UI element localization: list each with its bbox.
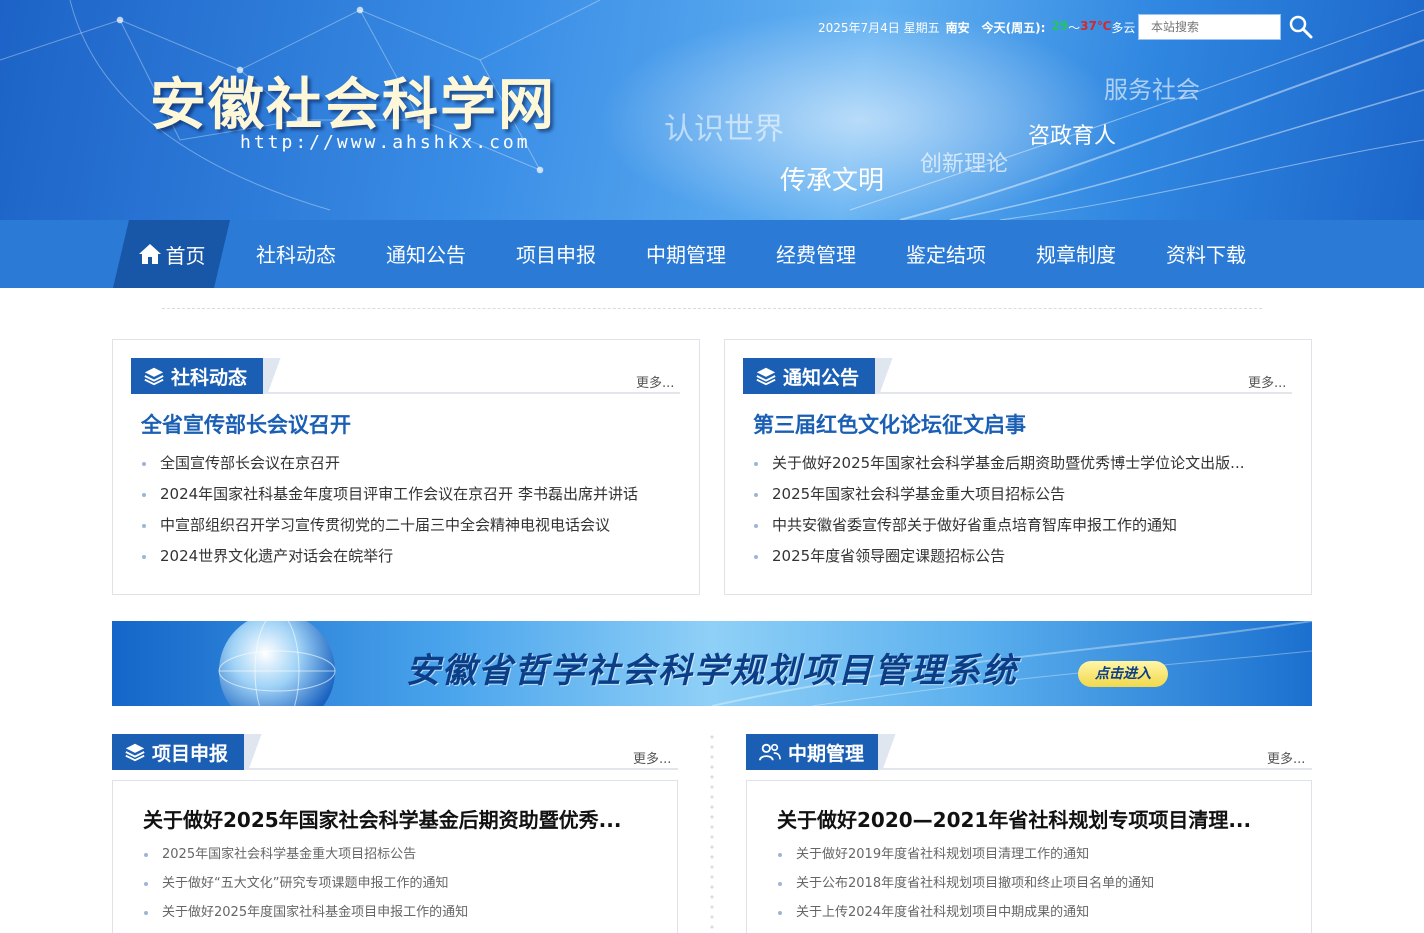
list-item[interactable]: 关于上传2024年度省社科规划项目中期成果的通知 — [770, 898, 1154, 927]
list-item[interactable]: 关于做好2019年度省社科规划项目清理工作的通知 — [770, 840, 1154, 869]
site-logo-title[interactable]: 安徽社会科学网 — [150, 60, 556, 141]
site-search-input[interactable] — [1138, 14, 1281, 40]
nav-home[interactable]: 首页 — [113, 220, 230, 288]
weather-today-label: 今天(周五): — [981, 21, 1046, 35]
notice-tab[interactable]: 通知公告 — [743, 358, 875, 394]
news-tab[interactable]: 社科动态 — [131, 358, 263, 394]
nav-item-apply[interactable]: 项目申报 — [516, 220, 596, 288]
apply-tab-tail — [244, 734, 266, 770]
column-divider — [710, 732, 714, 933]
temp-high: 37℃ — [1080, 19, 1112, 33]
slogan-3: 创新理论 — [920, 152, 1009, 177]
search-button[interactable] — [1288, 14, 1314, 40]
banner-title: 安徽省哲学社会科学规划项目管理系统 — [406, 651, 1018, 691]
news-more-link[interactable]: 更多... — [636, 372, 674, 391]
news-list: 全国宣传部长会议在京召开 2024年国家社科基金年度项目评审工作会议在京召开 李… — [140, 448, 638, 572]
nav-item-notice[interactable]: 通知公告 — [386, 220, 466, 288]
layers-icon — [125, 743, 145, 762]
list-item[interactable]: 2025年度省领导圈定课题招标公告 — [752, 541, 1244, 572]
news-headline[interactable]: 全省宣传部长会议召开 — [141, 409, 351, 439]
nav-item-rules[interactable]: 规章制度 — [1036, 220, 1116, 288]
temp-low: 29 — [1051, 19, 1069, 33]
weather-condition: 多云 — [1111, 21, 1136, 35]
slogan-1: 认识世界 — [664, 112, 784, 147]
temp-separator: ～ — [1068, 21, 1081, 35]
nav-home-label: 首页 — [165, 243, 206, 268]
news-tab-label: 社科动态 — [171, 366, 248, 389]
list-item[interactable]: 关于做好“五大文化”研究专项课题申报工作的通知 — [136, 869, 468, 898]
main-nav: 首页 社科动态 通知公告 项目申报 中期管理 经费管理 鉴定结项 规章制度 资料… — [0, 220, 1424, 288]
site-header: 安徽社会科学网 http://www.ahshkx.com 认识世界 传承文明 … — [0, 0, 1424, 220]
apply-more-link[interactable]: 更多... — [633, 748, 671, 767]
apply-tab[interactable]: 项目申报 — [112, 734, 244, 770]
midterm-more-link[interactable]: 更多... — [1267, 748, 1305, 767]
nav-item-news[interactable]: 社科动态 — [256, 220, 336, 288]
list-item[interactable]: 2024世界文化遗产对话会在皖举行 — [140, 541, 638, 572]
notice-more-link[interactable]: 更多... — [1248, 372, 1286, 391]
nav-item-midterm[interactable]: 中期管理 — [646, 220, 726, 288]
list-item[interactable]: 2025年国家社会科学基金重大项目招标公告 — [136, 840, 468, 869]
weather-bar: 2025年7月4日 星期五 南安 今天(周五): 29 ～ 37℃ 多云 — [818, 19, 1135, 36]
apply-tab-label: 项目申报 — [152, 742, 229, 765]
nav-item-funding[interactable]: 经费管理 — [776, 220, 856, 288]
current-date: 2025年7月4日 星期五 — [818, 21, 940, 35]
weather-city: 南安 — [945, 21, 970, 35]
notice-tab-label: 通知公告 — [783, 366, 860, 389]
search-icon — [1289, 15, 1313, 39]
list-item[interactable]: 关于做好2025年国家社会科学基金后期资助暨优秀博士学位论文出版... — [752, 448, 1244, 479]
notice-headline[interactable]: 第三届红色文化论坛征文启事 — [753, 409, 1026, 439]
home-icon — [138, 242, 162, 266]
list-item[interactable]: 2024年国家社科基金年度项目评审工作会议在京召开 李书磊出席并讲话 — [140, 479, 638, 510]
midterm-headline[interactable]: 关于做好2020—2021年省社科规划专项项目清理... — [777, 804, 1282, 833]
slogan-5: 服务社会 — [1104, 76, 1200, 104]
site-logo-url: http://www.ahshkx.com — [240, 132, 531, 153]
list-item[interactable]: 全国宣传部长会议在京召开 — [140, 448, 638, 479]
list-item[interactable]: 中共安徽省委宣传部关于做好省重点培育智库申报工作的通知 — [752, 510, 1244, 541]
list-item[interactable]: 2025年国家社会科学基金重大项目招标公告 — [752, 479, 1244, 510]
users-icon — [759, 743, 781, 761]
list-item[interactable]: 关于公布2018年度省社科规划项目撤项和终止项目名单的通知 — [770, 869, 1154, 898]
notice-tab-tail — [875, 358, 897, 394]
banner-enter-button[interactable]: 点击进入 — [1078, 661, 1168, 687]
news-tab-tail — [263, 358, 285, 394]
nav-item-appraisal[interactable]: 鉴定结项 — [906, 220, 986, 288]
apply-list: 2025年国家社会科学基金重大项目招标公告 关于做好“五大文化”研究专项课题申报… — [136, 840, 468, 927]
midterm-list: 关于做好2019年度省社科规划项目清理工作的通知 关于公布2018年度省社科规划… — [770, 840, 1154, 927]
notice-list: 关于做好2025年国家社会科学基金后期资助暨优秀博士学位论文出版... 2025… — [752, 448, 1244, 572]
midterm-tab-tail — [878, 734, 900, 770]
list-item[interactable]: 中宣部组织召开学习宣传贯彻党的二十届三中全会精神电视电话会议 — [140, 510, 638, 541]
apply-headline[interactable]: 关于做好2025年国家社会科学基金后期资助暨优秀... — [143, 804, 648, 833]
divider — [162, 308, 1262, 309]
midterm-tab-label: 中期管理 — [788, 742, 865, 765]
layers-icon — [756, 367, 776, 386]
list-item[interactable]: 关于做好2025年度国家社科基金项目申报工作的通知 — [136, 898, 468, 927]
layers-icon — [144, 367, 164, 386]
slogan-2: 传承文明 — [780, 166, 885, 196]
slogan-4: 咨政育人 — [1028, 124, 1117, 149]
midterm-tab[interactable]: 中期管理 — [746, 734, 878, 770]
nav-item-downloads[interactable]: 资料下载 — [1166, 220, 1246, 288]
project-system-banner[interactable]: 安徽省哲学社会科学规划项目管理系统 点击进入 — [112, 621, 1312, 706]
